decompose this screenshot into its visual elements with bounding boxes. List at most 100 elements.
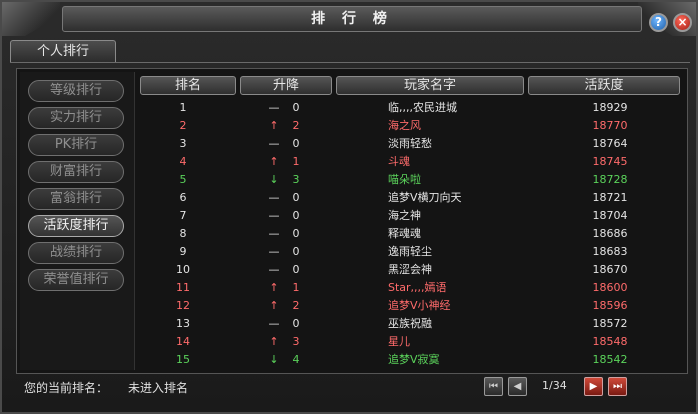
player-name-cell: 斗魂 [388, 155, 410, 168]
change-arrow-icon: ↑ [269, 299, 279, 312]
prev-page-button[interactable]: ◀ [508, 377, 527, 396]
table-row[interactable]: 5 ↓ 3 喵朵啦 18728 [140, 171, 682, 188]
change-cell: 0 [292, 263, 300, 276]
change-arrow-icon: — [268, 137, 280, 150]
change-arrow-icon: ↑ [269, 281, 279, 294]
rank-cell: 2 [179, 119, 187, 132]
change-arrow-icon: — [268, 263, 280, 276]
activity-score-cell: 18600 [592, 281, 628, 294]
player-name-cell: 追梦V横刀向天 [388, 191, 462, 204]
column-header-change[interactable]: 升降 [240, 76, 332, 95]
activity-score-cell: 18929 [592, 101, 628, 114]
player-name-cell: 黑涩会神 [388, 263, 432, 276]
change-cell: 0 [292, 101, 300, 114]
player-name-cell: 淡雨轻愁 [388, 137, 432, 150]
table-row[interactable]: 15 ↓ 4 追梦V寂寞 18542 [140, 351, 682, 368]
current-rank-value: 未进入排名 [128, 381, 189, 395]
sidebar-item-pk[interactable]: PK排行 [28, 134, 124, 156]
table-row[interactable]: 6 — 0 追梦V横刀向天 18721 [140, 189, 682, 206]
player-name-cell: 海之风 [388, 119, 421, 132]
tab-personal-ranking[interactable]: 个人排行 [10, 40, 116, 62]
table-row[interactable]: 10 — 0 黑涩会神 18670 [140, 261, 682, 278]
column-header-activity[interactable]: 活跃度 [528, 76, 680, 95]
table-row[interactable]: 8 — 0 释魂魂 18686 [140, 225, 682, 242]
table-row[interactable]: 14 ↑ 3 星儿 18548 [140, 333, 682, 350]
change-cell: 4 [292, 353, 300, 366]
activity-score-cell: 18721 [592, 191, 628, 204]
ranking-window: 排 行 榜 ? × 个人排行 等级排行 实力排行 PK排行 财富排行 富翁排行 … [0, 0, 698, 414]
activity-score-cell: 18572 [592, 317, 628, 330]
player-name-cell: 喵朵啦 [388, 173, 421, 186]
change-arrow-icon: ↓ [269, 173, 279, 186]
table-row[interactable]: 9 — 0 逸雨轻尘 18683 [140, 243, 682, 260]
help-button[interactable]: ? [649, 13, 668, 32]
change-arrow-icon: ↑ [269, 155, 279, 168]
change-arrow-icon: — [268, 101, 280, 114]
first-page-button[interactable]: ⏮ [484, 377, 503, 396]
rank-cell: 7 [179, 209, 187, 222]
table-row[interactable]: 2 ↑ 2 海之风 18770 [140, 117, 682, 134]
activity-score-cell: 18670 [592, 263, 628, 276]
player-name-cell: 巫族祝融 [388, 317, 432, 330]
sidebar-item-level[interactable]: 等级排行 [28, 80, 124, 102]
sidebar-item-rich[interactable]: 富翁排行 [28, 188, 124, 210]
change-arrow-icon: — [268, 245, 280, 258]
sidebar-item-activity[interactable]: 活跃度排行 [28, 215, 124, 237]
rank-cell: 3 [179, 137, 187, 150]
table-row[interactable]: 13 — 0 巫族祝融 18572 [140, 315, 682, 332]
rank-cell: 12 [176, 299, 190, 312]
table-row[interactable]: 7 — 0 海之神 18704 [140, 207, 682, 224]
sidebar-item-strength[interactable]: 实力排行 [28, 107, 124, 129]
player-name-cell: 临,,,,农民进城 [388, 101, 457, 114]
close-button[interactable]: × [673, 13, 692, 32]
player-name-cell: Star,,,,嫣语 [388, 281, 447, 294]
last-page-button[interactable]: ⏭ [608, 377, 627, 396]
activity-score-cell: 18596 [592, 299, 628, 312]
activity-score-cell: 18683 [592, 245, 628, 258]
change-cell: 2 [292, 119, 300, 132]
activity-score-cell: 18548 [592, 335, 628, 348]
change-arrow-icon: ↑ [269, 335, 279, 348]
player-name-cell: 海之神 [388, 209, 421, 222]
change-cell: 3 [292, 173, 300, 186]
current-rank-label: 您的当前排名： [24, 381, 109, 395]
change-arrow-icon: — [268, 191, 280, 204]
rank-cell: 4 [179, 155, 187, 168]
activity-score-cell: 18686 [592, 227, 628, 240]
activity-score-cell: 18542 [592, 353, 628, 366]
table-row[interactable]: 3 — 0 淡雨轻愁 18764 [140, 135, 682, 152]
table-row[interactable]: 11 ↑ 1 Star,,,,嫣语 18600 [140, 279, 682, 296]
table-row[interactable]: 1 — 0 临,,,,农民进城 18929 [140, 99, 682, 116]
change-cell: 0 [292, 209, 300, 222]
rank-cell: 5 [179, 173, 187, 186]
rank-cell: 14 [176, 335, 190, 348]
rank-cell: 8 [179, 227, 187, 240]
rank-cell: 15 [176, 353, 190, 366]
player-name-cell: 星儿 [388, 335, 410, 348]
change-cell: 0 [292, 191, 300, 204]
activity-score-cell: 18745 [592, 155, 628, 168]
activity-score-cell: 18770 [592, 119, 628, 132]
rank-cell: 9 [179, 245, 187, 258]
change-arrow-icon: — [268, 227, 280, 240]
column-header-rank[interactable]: 排名 [140, 76, 236, 95]
table-row[interactable]: 4 ↑ 1 斗魂 18745 [140, 153, 682, 170]
rank-cell: 10 [176, 263, 190, 276]
column-header-name[interactable]: 玩家名字 [336, 76, 524, 95]
sidebar-item-wealth[interactable]: 财富排行 [28, 161, 124, 183]
ranking-category-sidebar: 等级排行 实力排行 PK排行 财富排行 富翁排行 活跃度排行 战绩排行 荣誉值排… [20, 72, 135, 370]
change-arrow-icon: — [268, 317, 280, 330]
player-name-cell: 追梦V小神经 [388, 299, 451, 312]
sidebar-item-honor[interactable]: 荣誉值排行 [28, 269, 124, 291]
change-cell: 3 [292, 335, 300, 348]
table-row[interactable]: 12 ↑ 2 追梦V小神经 18596 [140, 297, 682, 314]
change-cell: 0 [292, 137, 300, 150]
sidebar-item-record[interactable]: 战绩排行 [28, 242, 124, 264]
rank-cell: 6 [179, 191, 187, 204]
rank-cell: 1 [179, 101, 187, 114]
player-name-cell: 逸雨轻尘 [388, 245, 432, 258]
activity-score-cell: 18728 [592, 173, 628, 186]
change-arrow-icon: ↓ [269, 353, 279, 366]
change-arrow-icon: ↑ [269, 119, 279, 132]
next-page-button[interactable]: ▶ [584, 377, 603, 396]
